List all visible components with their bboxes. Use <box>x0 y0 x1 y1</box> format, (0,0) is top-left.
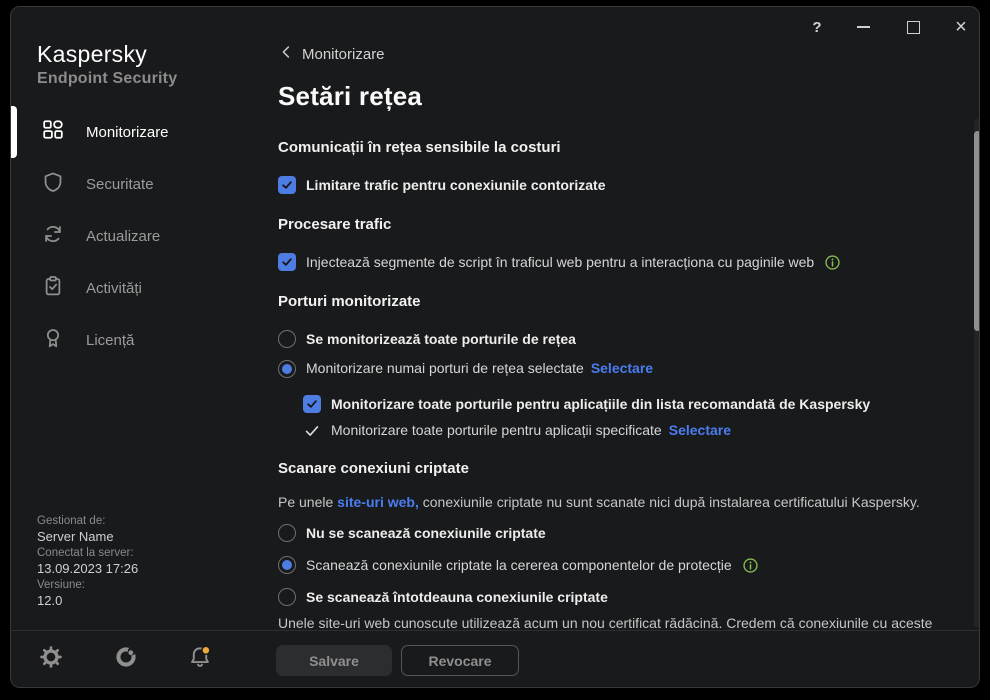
encrypted-description: Pe unele site-uri web, conexiunile cript… <box>278 492 920 512</box>
license-icon <box>42 327 64 354</box>
setting-row-selected-ports: Monitorizare numai porturi de rețea sele… <box>278 357 653 381</box>
sidebar-item-label: Monitorizare <box>86 124 169 141</box>
server-info: Gestionat de: Server Name Conectat la se… <box>37 513 138 609</box>
brand-product: Endpoint Security <box>37 70 177 88</box>
checkbox-label: Limitare trafic pentru conexiunile conto… <box>306 177 606 193</box>
setting-row-recommended-apps: Monitorizare toate porturile pentru apli… <box>303 392 870 416</box>
help-icon[interactable]: ? <box>805 15 829 39</box>
app-window: ? × Kaspersky Endpoint Security Monitori… <box>10 6 980 688</box>
sidebar-item-activitati[interactable]: Activități <box>11 262 259 314</box>
gear-icon[interactable] <box>39 645 63 669</box>
sidebar-item-licenta[interactable]: Licență <box>11 314 259 366</box>
select-ports-link[interactable]: Selectare <box>591 360 653 376</box>
setting-row-specified-apps: Monitorizare toate porturile pentru apli… <box>303 419 731 443</box>
page-title: Setări rețea <box>278 81 422 112</box>
scrollbar-thumb[interactable] <box>974 131 980 331</box>
checkbox-label: Monitorizare toate porturile pentru apli… <box>331 396 870 412</box>
setting-row-scan-on-request: Scanează conexiunile criptate la cererea… <box>278 553 759 577</box>
section-title-encrypted: Scanare conexiuni criptate <box>278 456 469 480</box>
maximize-icon[interactable] <box>901 15 925 39</box>
radio-label: Se monitorizează toate porturile de rețe… <box>306 331 576 347</box>
setting-row-always-scan: Se scanează întotdeauna conexiunile crip… <box>278 585 608 609</box>
checkbox-limit-traffic[interactable] <box>278 176 296 194</box>
managed-by-label: Gestionat de: <box>37 513 138 529</box>
checkbox-recommended-apps[interactable] <box>303 395 321 413</box>
dashboard-icon <box>42 119 64 146</box>
support-icon[interactable] <box>114 645 138 669</box>
sidebar-item-label: Activități <box>86 280 142 297</box>
sidebar-item-securitate[interactable]: Securitate <box>11 158 259 210</box>
checkbox-inject-script[interactable] <box>278 253 296 271</box>
back-chevron-icon <box>278 43 296 66</box>
section-title-ports: Porturi monitorizate <box>278 289 421 313</box>
setting-row-limit-traffic: Limitare trafic pentru conexiunile conto… <box>278 173 606 197</box>
connected-label: Conectat la server: <box>37 545 138 561</box>
checkbox-label: Injectează segmente de script în traficu… <box>306 254 814 270</box>
version-value: 12.0 <box>37 593 138 609</box>
cancel-button[interactable]: Revocare <box>401 645 519 676</box>
managed-by-value: Server Name <box>37 529 138 545</box>
sync-icon <box>42 223 64 250</box>
sidebar-item-label: Licență <box>86 332 134 349</box>
section-title-cost: Comunicații în rețea sensibile la costur… <box>278 135 561 159</box>
para-prefix: Pe unele <box>278 494 333 510</box>
minimize-bar <box>857 26 870 28</box>
radio-scan-on-request[interactable] <box>278 556 296 574</box>
info-icon[interactable] <box>742 557 759 574</box>
radio-dot <box>282 364 292 374</box>
radio-selected-ports[interactable] <box>278 360 296 378</box>
bell-icon[interactable] <box>188 645 212 669</box>
radio-label: Se scanează întotdeauna conexiunile crip… <box>306 589 608 605</box>
websites-link[interactable]: site-uri web, <box>337 494 419 510</box>
para-suffix: conexiunile criptate nu sunt scanate nic… <box>423 494 920 510</box>
setting-row-inject-script: Injectează segmente de script în traficu… <box>278 250 841 274</box>
radio-label-group: Monitorizare numai porturi de rețea sele… <box>306 360 653 378</box>
scrollbar-track[interactable] <box>974 119 980 627</box>
select-apps-link[interactable]: Selectare <box>669 422 731 438</box>
check-label: Monitorizare toate porturile pentru apli… <box>331 422 662 438</box>
section-title-traffic: Procesare trafic <box>278 212 391 236</box>
sidebar-item-monitorizare[interactable]: Monitorizare <box>11 106 259 158</box>
back-button[interactable]: Monitorizare <box>278 43 385 65</box>
maximize-box <box>907 21 920 34</box>
close-icon[interactable]: × <box>949 15 973 39</box>
radio-dot <box>282 560 292 570</box>
setting-row-all-ports: Se monitorizează toate porturile de rețe… <box>278 327 576 351</box>
back-label: Monitorizare <box>302 46 385 63</box>
minimize-icon[interactable] <box>851 15 875 39</box>
tasks-icon <box>42 275 64 302</box>
radio-always-scan[interactable] <box>278 588 296 606</box>
info-icon[interactable] <box>824 254 841 271</box>
bottom-bar: Salvare Revocare <box>11 630 979 688</box>
check-icon <box>303 422 321 440</box>
radio-no-scan[interactable] <box>278 524 296 542</box>
setting-row-no-scan: Nu se scanează conexiunile criptate <box>278 521 546 545</box>
sidebar-item-label: Securitate <box>86 176 154 193</box>
radio-label: Scanează conexiunile criptate la cererea… <box>306 557 732 573</box>
shield-icon <box>42 171 64 198</box>
connected-value: 13.09.2023 17:26 <box>37 561 138 577</box>
radio-label: Monitorizare numai porturi de rețea sele… <box>306 360 584 376</box>
radio-all-ports[interactable] <box>278 330 296 348</box>
brand-logo: Kaspersky Endpoint Security <box>37 41 177 88</box>
save-button[interactable]: Salvare <box>276 645 392 676</box>
sidebar-item-label: Actualizare <box>86 228 160 245</box>
sidebar-item-actualizare[interactable]: Actualizare <box>11 210 259 262</box>
check-label-group: Monitorizare toate porturile pentru apli… <box>331 422 731 440</box>
version-label: Versiune: <box>37 577 138 593</box>
brand-name: Kaspersky <box>37 41 177 68</box>
radio-label: Nu se scanează conexiunile criptate <box>306 525 546 541</box>
